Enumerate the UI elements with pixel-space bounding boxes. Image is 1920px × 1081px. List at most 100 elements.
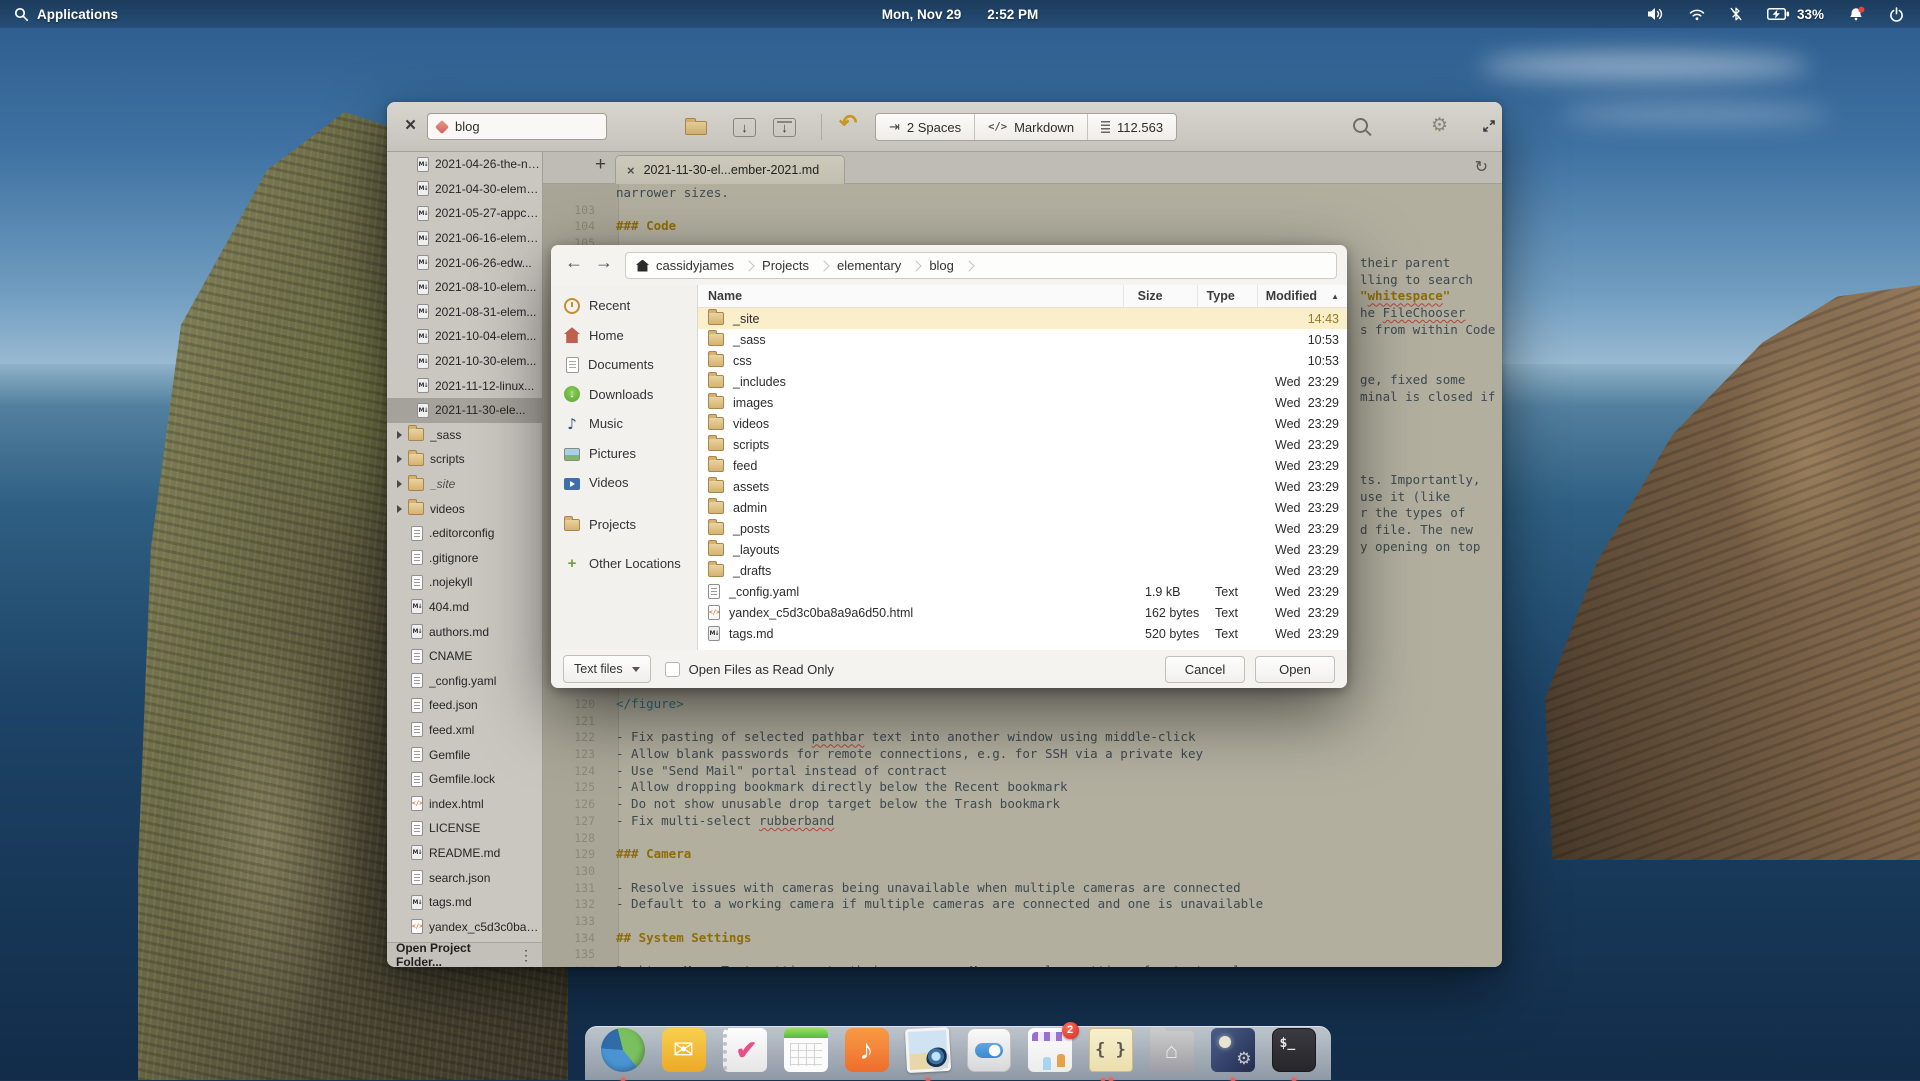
language-button[interactable]: </> Markdown xyxy=(975,114,1088,140)
battery-indicator[interactable]: 33% xyxy=(1767,7,1824,22)
file-row[interactable]: _posts Wed 23:29 xyxy=(698,518,1347,539)
file-row[interactable]: _site 14:43 xyxy=(698,308,1347,329)
sidebar-file-item[interactable]: LICENSE xyxy=(387,816,542,841)
system-settings-icon[interactable] xyxy=(966,1027,1012,1073)
line-position-button[interactable]: 112.563 xyxy=(1088,114,1176,140)
column-type-header[interactable]: Type xyxy=(1198,285,1258,307)
tab-history-icon[interactable]: ↻ xyxy=(1475,157,1488,177)
sidebar-file-item[interactable]: index.html xyxy=(387,791,542,816)
indent-width-button[interactable]: ⇥ 2 Spaces xyxy=(876,114,975,140)
tab-active[interactable]: × 2021-11-30-el...ember-2021.md xyxy=(615,155,845,184)
sidebar-file-item[interactable]: 2021-08-10-elem... xyxy=(387,275,542,300)
sidebar-file-item[interactable]: authors.md xyxy=(387,619,542,644)
file-row[interactable]: feed Wed 23:29 xyxy=(698,455,1347,476)
applications-menu[interactable]: Applications xyxy=(14,7,118,22)
place-item[interactable]: Pictures xyxy=(551,439,697,469)
expander-icon[interactable] xyxy=(397,455,402,463)
sidebar-file-item[interactable]: feed.xml xyxy=(387,718,542,743)
search-input[interactable]: blog xyxy=(427,113,607,140)
expander-icon[interactable] xyxy=(397,505,402,513)
sidebar-file-item[interactable]: 404.md xyxy=(387,595,542,620)
settings-menu-button[interactable]: ⚙ xyxy=(1431,114,1448,137)
file-row[interactable]: tags.md 520 bytes Text Wed 23:29 xyxy=(698,623,1347,644)
breadcrumb-segment[interactable]: blog xyxy=(929,258,954,273)
sidebar-file-item[interactable]: Gemfile.lock xyxy=(387,767,542,792)
new-tab-button[interactable]: + xyxy=(595,154,606,176)
find-button[interactable] xyxy=(1353,118,1368,133)
column-modified-header[interactable]: Modified ▲ xyxy=(1258,285,1347,307)
sidebar-file-item[interactable]: .editorconfig xyxy=(387,521,542,546)
expander-icon[interactable] xyxy=(397,431,402,439)
sidebar-file-item[interactable]: _config.yaml xyxy=(387,668,542,693)
file-row[interactable]: scripts Wed 23:29 xyxy=(698,434,1347,455)
overflow-menu-icon[interactable]: ⋮ xyxy=(519,947,533,964)
file-row[interactable]: images Wed 23:29 xyxy=(698,392,1347,413)
forward-button[interactable]: → xyxy=(595,252,613,273)
sidebar-file-item[interactable]: yandex_c5d3c0ba8a9a... xyxy=(387,914,542,939)
place-item[interactable]: Downloads xyxy=(551,380,697,410)
bluetooth-disabled-icon[interactable] xyxy=(1729,7,1743,21)
mail-icon[interactable]: ✉ xyxy=(661,1027,707,1073)
sidebar-file-item[interactable]: videos xyxy=(387,496,542,521)
appcenter-icon[interactable]: 2 xyxy=(1027,1027,1073,1073)
column-size-header[interactable]: Size xyxy=(1124,285,1198,307)
file-row[interactable]: _includes Wed 23:29 xyxy=(698,371,1347,392)
undo-button[interactable]: ↶ xyxy=(839,110,857,136)
calendar-icon[interactable] xyxy=(783,1027,829,1073)
back-button[interactable]: ← xyxy=(565,252,583,273)
place-item[interactable]: Projects xyxy=(551,510,697,540)
volume-icon[interactable] xyxy=(1647,7,1665,21)
tasks-icon[interactable]: ✔ xyxy=(722,1027,768,1073)
file-row[interactable]: yandex_c5d3c0ba8a9a6d50.html 162 bytes T… xyxy=(698,602,1347,623)
sidebar-file-item[interactable]: _site xyxy=(387,472,542,497)
sidebar-file-item[interactable]: _sass xyxy=(387,423,542,448)
sidebar-file-item[interactable]: README.md xyxy=(387,841,542,866)
sidebar-file-item[interactable]: 2021-06-16-element... xyxy=(387,226,542,251)
save-as-button[interactable] xyxy=(773,118,796,137)
open-file-button[interactable] xyxy=(685,121,707,135)
window-close-button[interactable]: × xyxy=(405,113,416,139)
file-row[interactable]: videos Wed 23:29 xyxy=(698,413,1347,434)
sidebar-file-item[interactable]: .gitignore xyxy=(387,546,542,571)
sidebar-file-item[interactable]: 2021-05-27-appcent... xyxy=(387,201,542,226)
sidebar-file-item[interactable]: CNAME xyxy=(387,644,542,669)
breadcrumb-segment[interactable]: cassidyjames xyxy=(656,258,734,273)
place-item[interactable]: Home xyxy=(551,321,697,351)
sidebar-file-item[interactable]: 2021-11-30-ele... xyxy=(387,398,542,423)
file-row[interactable]: _layouts Wed 23:29 xyxy=(698,539,1347,560)
file-row[interactable]: _sass 10:53 xyxy=(698,329,1347,350)
sidebar-file-item[interactable]: 2021-10-04-elem... xyxy=(387,324,542,349)
music-icon[interactable]: ♪ xyxy=(844,1027,890,1073)
sidebar-file-item[interactable]: 2021-08-31-elem... xyxy=(387,300,542,325)
breadcrumb-segment[interactable]: elementary xyxy=(837,258,901,273)
save-button[interactable] xyxy=(733,118,756,137)
cancel-button[interactable]: Cancel xyxy=(1165,656,1245,683)
file-row[interactable]: _drafts Wed 23:29 xyxy=(698,560,1347,581)
files-icon[interactable]: ⌂ xyxy=(1149,1027,1195,1073)
file-row[interactable]: assets Wed 23:29 xyxy=(698,476,1347,497)
sidebar-file-item[interactable]: 2021-04-30-elemen... xyxy=(387,177,542,202)
filter-dropdown[interactable]: Text files xyxy=(563,655,651,683)
sidebar-file-item[interactable]: 2021-06-26-edw... xyxy=(387,250,542,275)
wifi-icon[interactable] xyxy=(1689,8,1705,21)
sidebar-file-item[interactable]: search.json xyxy=(387,865,542,890)
file-row[interactable]: admin Wed 23:29 xyxy=(698,497,1347,518)
open-project-folder-button[interactable]: Open Project Folder... ⋮ xyxy=(387,942,542,967)
breadcrumb-segment[interactable]: Projects xyxy=(762,258,809,273)
code-icon[interactable]: { } xyxy=(1088,1027,1134,1073)
sidebar-file-item[interactable]: tags.md xyxy=(387,890,542,915)
sidebar-file-item[interactable]: 2021-10-30-elem... xyxy=(387,349,542,374)
close-tab-icon[interactable]: × xyxy=(627,163,635,178)
power-icon[interactable] xyxy=(1889,7,1904,22)
place-item[interactable]: Videos xyxy=(551,468,697,498)
column-name-header[interactable]: Name xyxy=(698,285,1124,307)
place-item[interactable]: Other Locations xyxy=(551,549,697,579)
place-item[interactable]: Recent xyxy=(551,291,697,321)
sidebar-file-item[interactable]: scripts xyxy=(387,447,542,472)
file-row[interactable]: _config.yaml 1.9 kB Text Wed 23:29 xyxy=(698,581,1347,602)
sidebar-file-item[interactable]: Gemfile xyxy=(387,742,542,767)
sidebar-file-item[interactable]: feed.json xyxy=(387,693,542,718)
photos-icon[interactable] xyxy=(905,1027,951,1073)
web-browser-icon[interactable] xyxy=(600,1027,646,1073)
expander-icon[interactable] xyxy=(397,480,402,488)
